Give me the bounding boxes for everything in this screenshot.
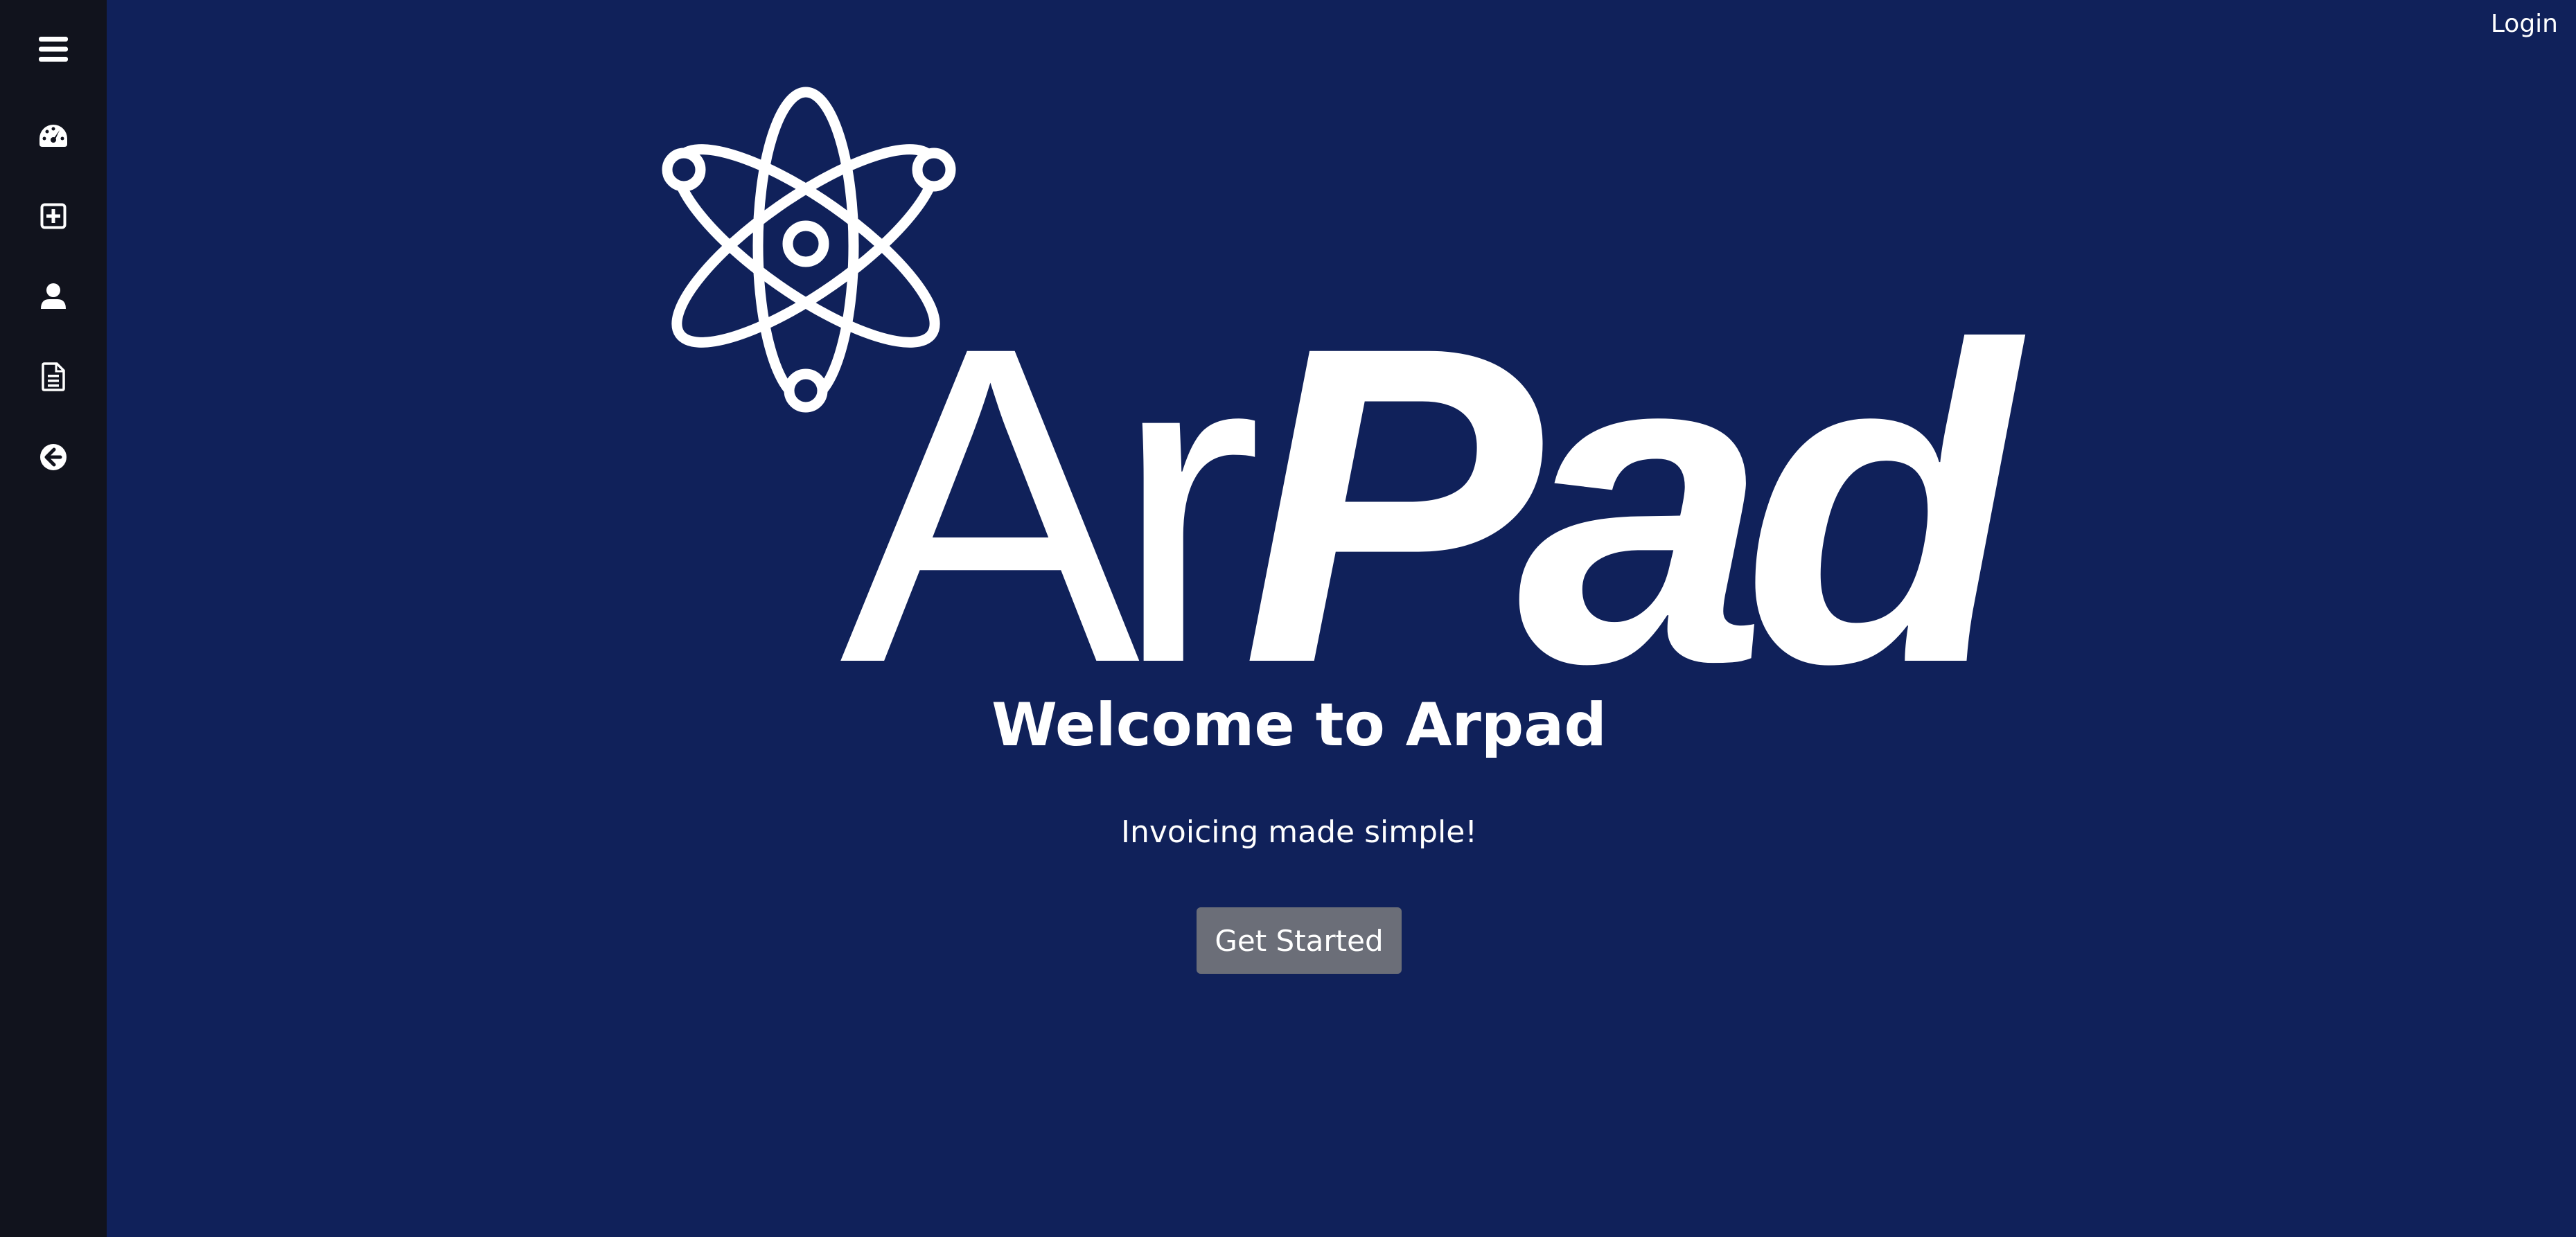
dashboard-icon [39, 125, 67, 147]
arrow-left-circle-icon [40, 444, 67, 470]
document-icon [42, 362, 65, 391]
menu-icon [39, 37, 68, 62]
sidebar [0, 0, 107, 1237]
sidebar-item-new-invoice[interactable] [0, 188, 107, 244]
sidebar-item-profile[interactable] [0, 269, 107, 324]
menu-button[interactable] [0, 21, 107, 77]
add-square-icon [40, 203, 67, 229]
get-started-button[interactable]: Get Started [1197, 907, 1402, 974]
sidebar-item-logout[interactable] [0, 429, 107, 485]
user-icon [41, 283, 66, 309]
brand-wordmark-light: Ar [840, 253, 1262, 756]
login-link[interactable]: Login [2491, 10, 2558, 38]
brand-wordmark: Ar Pad [840, 280, 2018, 730]
page-title: Welcome to Arpad [991, 691, 1607, 760]
sidebar-item-dashboard[interactable] [0, 108, 107, 163]
sidebar-item-invoices[interactable] [0, 349, 107, 404]
brand-wordmark-bold: Pad [1242, 253, 2018, 756]
tagline: Invoicing made simple! [1121, 815, 1477, 850]
